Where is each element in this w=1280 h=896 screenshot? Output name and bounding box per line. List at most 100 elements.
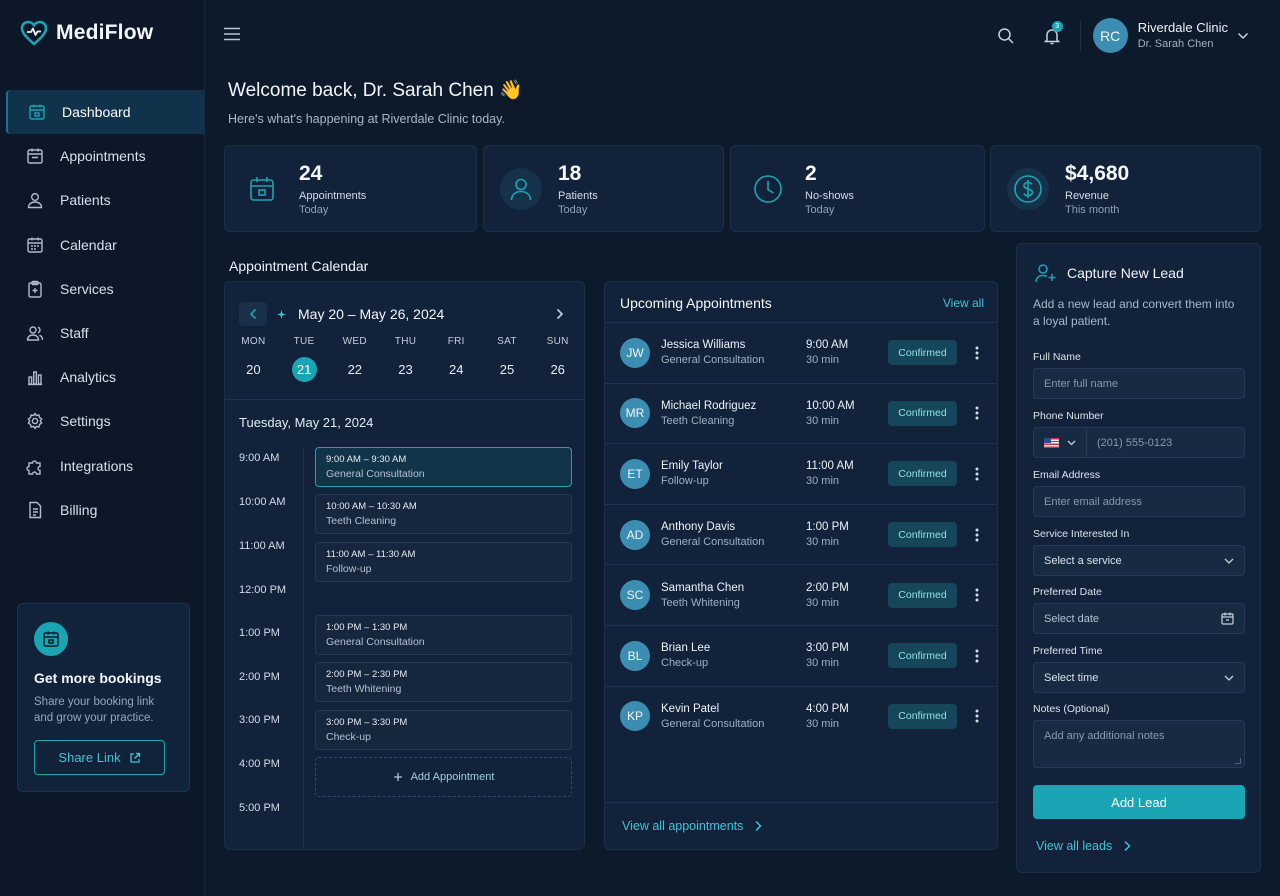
avatar: SC <box>620 580 650 611</box>
email-input[interactable]: Enter email address <box>1033 486 1245 517</box>
weekday-tue[interactable]: TUE 21 <box>279 336 330 382</box>
dollar-icon <box>1007 167 1049 210</box>
sidebar-item-patients[interactable]: Patients <box>6 178 205 222</box>
appt-duration: 30 min <box>806 414 840 427</box>
weekday-name: SAT <box>497 336 517 347</box>
more-options-button[interactable] <box>965 462 989 486</box>
calendar-slot[interactable]: 2:00 PM – 2:30 PM Teeth Whitening <box>315 662 572 702</box>
notifications-button[interactable]: 3 <box>1032 19 1072 53</box>
weekday-mon[interactable]: MON 20 <box>228 336 279 382</box>
patient-name: Jessica Williams <box>661 339 746 352</box>
appt-duration: 30 min <box>806 657 840 670</box>
promo-title: Get more bookings <box>34 670 162 686</box>
logo[interactable]: MediFlow <box>20 20 153 46</box>
sidebar-item-analytics[interactable]: Analytics <box>6 355 205 399</box>
settings-icon <box>27 412 43 431</box>
calendar-slot[interactable]: 10:00 AM – 10:30 AM Teeth Cleaning <box>315 494 572 534</box>
kebab-icon <box>975 346 979 360</box>
slot-type: Teeth Whitening <box>326 683 402 695</box>
stat-card-patients[interactable]: 18 Patients Today <box>483 145 724 232</box>
sidebar-item-staff[interactable]: Staff <box>6 311 205 355</box>
appt-duration: 30 min <box>806 354 840 367</box>
prev-week-button[interactable] <box>239 302 267 326</box>
menu-toggle-button[interactable] <box>222 26 242 47</box>
status-badge: Confirmed <box>888 400 957 426</box>
appt-duration: 30 min <box>806 717 840 730</box>
list-item[interactable]: SC Samantha Chen Teeth Whitening 2:00 PM 3… <box>605 564 997 625</box>
share-link-button[interactable]: Share Link <box>34 740 165 775</box>
weekday-thu[interactable]: THU 23 <box>380 336 431 382</box>
calendar-slot[interactable]: 3:00 PM – 3:30 PM Check-up <box>315 710 572 750</box>
user-menu-button[interactable] <box>1228 19 1258 53</box>
weekday-sat[interactable]: SAT 25 <box>482 336 533 382</box>
more-options-button[interactable] <box>965 704 989 728</box>
notes-textarea[interactable]: Add any additional notes <box>1033 720 1245 768</box>
more-options-button[interactable] <box>965 583 989 607</box>
stat-value: $4,680 <box>1065 161 1130 185</box>
stat-card-appointments[interactable]: 24 Appointments Today <box>224 145 477 232</box>
sidebar-item-services[interactable]: Services <box>6 267 205 311</box>
list-item[interactable]: KP Kevin Patel General Consultation 4:00 … <box>605 685 997 747</box>
sidebar-item-settings[interactable]: Settings <box>6 399 205 443</box>
resize-handle[interactable] <box>1235 758 1241 764</box>
list-item[interactable]: BL Brian Lee Check-up 3:00 PM 30 min Confi… <box>605 624 997 686</box>
time-value: Select time <box>1044 671 1099 684</box>
stat-body: 24 Appointments Today <box>299 162 366 216</box>
country-code-select[interactable] <box>1044 428 1087 457</box>
sidebar-item-dashboard[interactable]: Dashboard <box>6 90 205 135</box>
list-item[interactable]: AD Anthony Davis General Consultation 1:0… <box>605 503 997 565</box>
sidebar-item-appointments[interactable]: Appointments <box>6 134 205 178</box>
list-item[interactable]: JW Jessica Williams General Consultation … <box>605 322 997 383</box>
calendar-slot[interactable]: 9:00 AM – 9:30 AM General Consultation <box>315 447 572 487</box>
calendar-slot[interactable]: 11:00 AM – 11:30 AM Follow-up <box>315 542 572 582</box>
stat-card-no-shows[interactable]: 2 No-shows Today <box>730 145 985 232</box>
add-appointment-button[interactable]: Add Appointment <box>315 757 572 797</box>
user-icon <box>500 167 542 210</box>
sidebar-item-label: Dashboard <box>62 104 131 121</box>
sidebar-item-integrations[interactable]: Integrations <box>6 444 205 488</box>
email-label: Email Address <box>1033 469 1101 481</box>
sidebar-item-billing[interactable]: Billing <box>6 488 205 532</box>
slot-time: 10:00 AM – 10:30 AM <box>326 501 417 512</box>
full-name-input[interactable]: Enter full name <box>1033 368 1245 399</box>
appt-duration: 30 min <box>806 596 840 609</box>
more-options-button[interactable] <box>965 401 989 425</box>
time-select[interactable]: Select time <box>1033 662 1245 693</box>
chevron-down-icon <box>1224 675 1234 681</box>
avatar: AD <box>620 519 650 550</box>
list-item[interactable]: MR Michael Rodriguez Teeth Cleaning 10:00… <box>605 382 997 444</box>
stat-body: 18 Patients Today <box>558 162 598 216</box>
search-button[interactable] <box>986 19 1026 53</box>
user-name: Dr. Sarah Chen <box>1137 37 1214 50</box>
appt-type: General Consultation <box>661 354 765 367</box>
slot-type: General Consultation <box>326 636 425 648</box>
appt-type: Follow-up <box>661 475 709 488</box>
calendar-header: May 20 – May 26, 2024 <box>239 302 574 326</box>
date-picker[interactable]: Select date <box>1033 603 1245 634</box>
view-all-leads-link[interactable]: View all leads <box>1036 839 1131 853</box>
add-lead-button[interactable]: Add Lead <box>1033 785 1245 819</box>
weekday-number: 25 <box>499 362 515 377</box>
list-item[interactable]: ET Emily Taylor Follow-up 11:00 AM 30 min … <box>605 443 997 504</box>
user-avatar[interactable]: RC <box>1092 18 1128 53</box>
view-all-appointments-link[interactable]: View all appointments <box>605 802 997 849</box>
stat-card-revenue[interactable]: $4,680 Revenue This month <box>990 145 1261 232</box>
user-info[interactable]: Riverdale Clinic Dr. Sarah Chen <box>1138 20 1228 52</box>
weekday-number-selected: 21 <box>291 357 317 382</box>
phone-input[interactable]: (201) 555-0123 <box>1033 427 1245 458</box>
weekday-fri[interactable]: FRI 24 <box>431 336 482 382</box>
more-options-button[interactable] <box>965 523 989 547</box>
topbar-actions: 3 RC Riverdale Clinic Dr. Sarah Chen <box>986 18 1258 53</box>
next-week-button[interactable] <box>546 302 574 326</box>
calendar-slot[interactable]: 1:00 PM – 1:30 PM General Consultation <box>315 615 572 655</box>
view-all-link[interactable]: View all <box>943 296 984 310</box>
service-select[interactable]: Select a service <box>1033 545 1245 576</box>
sidebar-item-calendar[interactable]: Calendar <box>6 223 205 267</box>
stat-value: 2 <box>805 161 817 185</box>
time-label: 2:00 PM <box>239 671 280 683</box>
weekday-wed[interactable]: WED 22 <box>329 336 380 382</box>
weekday-sun[interactable]: SUN 26 <box>532 336 583 382</box>
more-options-button[interactable] <box>965 644 989 668</box>
sparkle-icon <box>277 309 286 319</box>
more-options-button[interactable] <box>965 341 989 365</box>
